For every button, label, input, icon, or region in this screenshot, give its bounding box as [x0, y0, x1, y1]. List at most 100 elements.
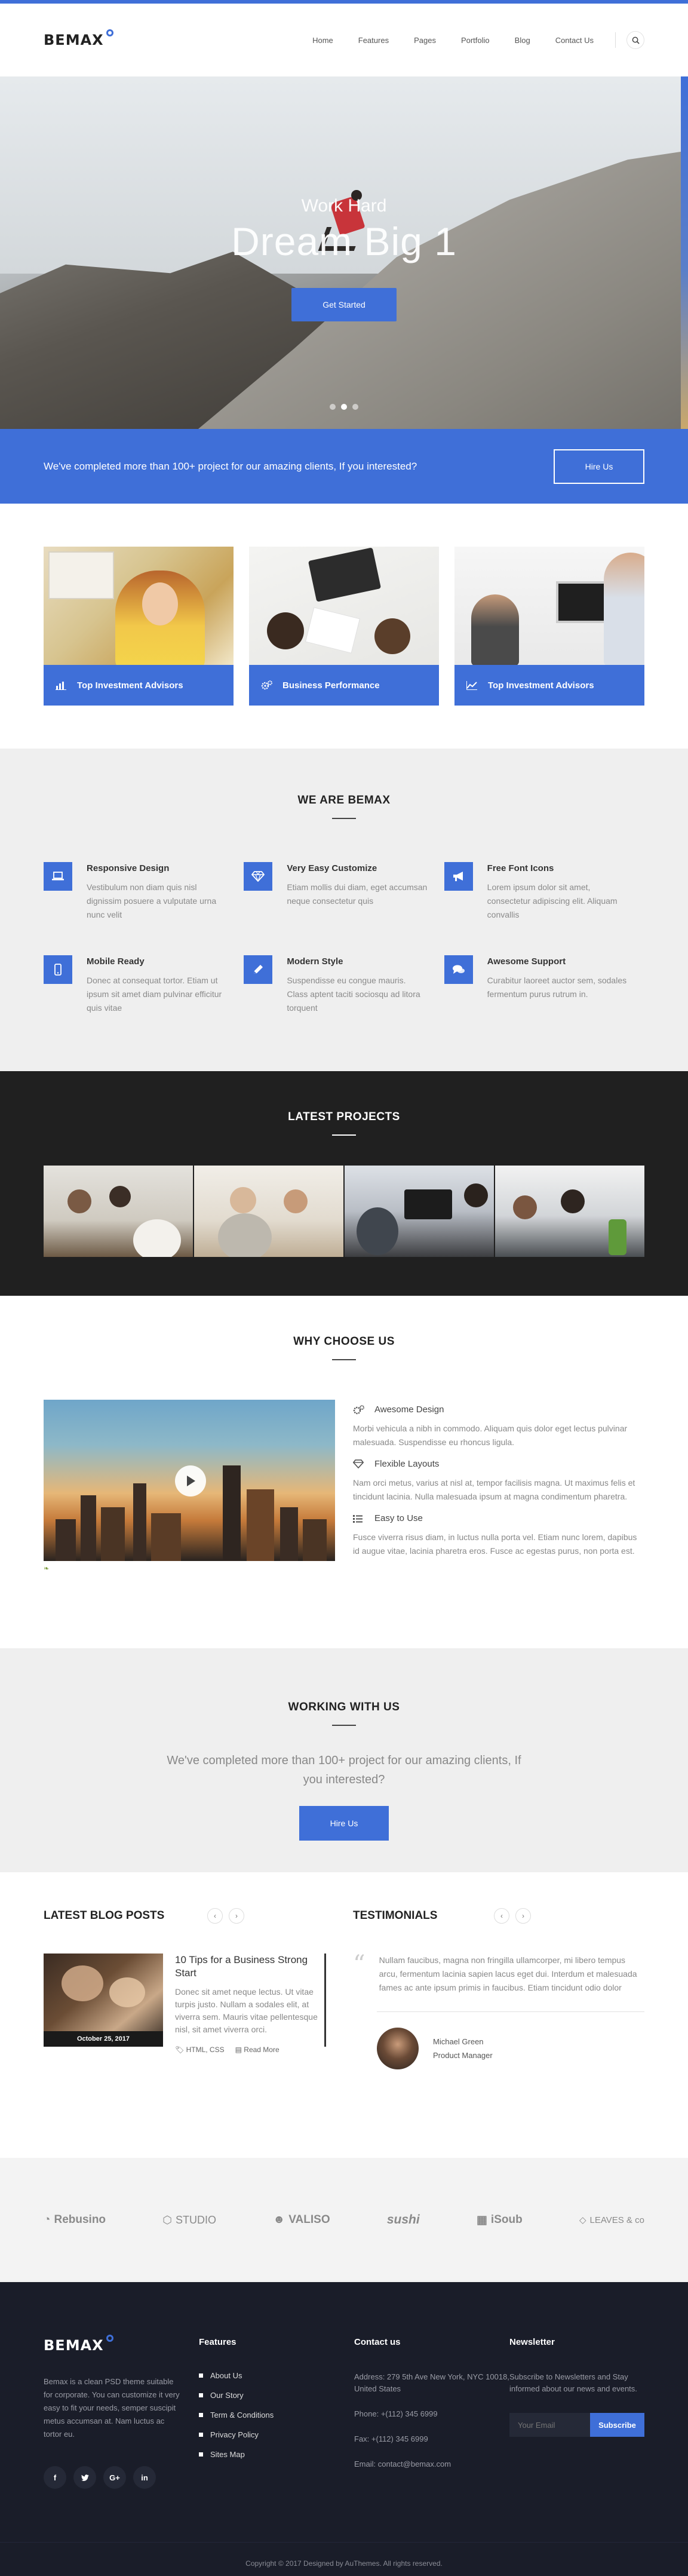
hire-us-button[interactable]: Hire Us: [299, 1806, 389, 1841]
tag-icon: 🏷: [175, 2046, 185, 2054]
bullhorn-icon: [444, 862, 473, 891]
slider-dot-active[interactable]: [341, 404, 347, 410]
cta-band: We've completed more than 100+ project f…: [0, 429, 688, 504]
newsletter-email-input[interactable]: [509, 2413, 590, 2437]
testimonials-title: TESTIMONIALS: [353, 1909, 438, 1922]
project-thumbnail[interactable]: [194, 1166, 345, 1257]
testimonial-carousel-arrows: ‹ ›: [494, 1908, 531, 1924]
why-item-title: Flexible Layouts: [374, 1459, 440, 1469]
footer-link-text: About Us: [210, 2371, 242, 2380]
feature-text: Etiam mollis dui diam, eget accumsan neq…: [287, 882, 428, 906]
section-title: LATEST PROJECTS: [288, 1111, 400, 1123]
slider-dots: [0, 404, 688, 410]
post-image[interactable]: October 25, 2017: [44, 1954, 163, 2047]
pencil-icon: [244, 955, 273, 984]
search-button[interactable]: [626, 31, 644, 49]
next-button[interactable]: ›: [515, 1908, 531, 1924]
nav-item-features[interactable]: Features: [358, 36, 389, 45]
chart-icon: [56, 680, 69, 690]
why-choose-section: WHY CHOOSE US ❧ Awesome Design Morbi veh…: [0, 1296, 688, 1648]
brand-logo[interactable]: ⬡ STUDIO: [162, 2214, 216, 2227]
prev-button[interactable]: ‹: [494, 1908, 509, 1924]
card-image-person: [471, 594, 519, 665]
why-item: Flexible Layouts: [353, 1459, 644, 1469]
bullet-icon: [199, 2433, 203, 2437]
project-thumbnail[interactable]: [44, 1166, 194, 1257]
linkedin-icon[interactable]: in: [133, 2466, 156, 2489]
twitter-icon[interactable]: [73, 2466, 96, 2489]
chevron-right-icon: ›: [522, 1912, 524, 1920]
post-title[interactable]: 10 Tips for a Business Strong Start: [175, 1954, 322, 1980]
post-peek-bar: [324, 1954, 326, 2047]
why-item: Awesome Design: [353, 1404, 644, 1415]
valiso-logo-icon: ☻: [273, 2213, 285, 2226]
section-divider: [332, 1134, 356, 1136]
nav-item-blog[interactable]: Blog: [515, 36, 530, 45]
footer-link-story[interactable]: Our Story: [199, 2391, 354, 2400]
feature-card[interactable]: Business Performance: [249, 547, 439, 706]
prev-button[interactable]: ‹: [207, 1908, 223, 1924]
card-image-person: [374, 618, 410, 654]
footer-email[interactable]: Email: contact@bemax.com: [354, 2458, 509, 2470]
footer-about-text: Bemax is a clean PSD theme suitable for …: [44, 2377, 180, 2439]
footer-link-about[interactable]: About Us: [199, 2371, 354, 2380]
nav-item-contact[interactable]: Contact Us: [555, 36, 594, 45]
brand-logo[interactable]: ▦ iSoub: [477, 2213, 523, 2227]
feature-card[interactable]: Top Investment Advisors: [44, 547, 234, 706]
feature-title: Free Font Icons: [487, 863, 554, 873]
chevron-right-icon: ›: [235, 1912, 238, 1920]
projects-section: LATEST PROJECTS: [0, 1071, 688, 1296]
slider-dot[interactable]: [352, 404, 358, 410]
card-image-person: [267, 612, 304, 649]
brand-logo[interactable]: ☻ VALISO: [273, 2213, 330, 2227]
feature-item: Responsive Design Vestibulum non diam qui…: [44, 862, 244, 922]
read-more-text: Read More: [244, 2046, 280, 2054]
subscribe-button[interactable]: Subscribe: [590, 2413, 644, 2437]
play-button[interactable]: [175, 1465, 206, 1496]
project-thumbnail[interactable]: [345, 1166, 495, 1257]
comments-icon: [444, 955, 473, 984]
get-started-button[interactable]: Get Started: [291, 288, 397, 321]
card-image-board: [48, 551, 114, 599]
footer-link-text: Sites Map: [210, 2450, 245, 2459]
post-tags[interactable]: 🏷 HTML, CSS: [175, 2046, 225, 2054]
bullet-icon: [199, 2373, 203, 2378]
brand-logo[interactable]: sushi: [387, 2213, 420, 2227]
nav-item-portfolio[interactable]: Portfolio: [461, 36, 490, 45]
card-label: Business Performance: [249, 665, 439, 706]
slider-dot[interactable]: [330, 404, 336, 410]
blog-post: October 25, 2017 10 Tips for a Business …: [44, 1954, 335, 2054]
video-player[interactable]: [44, 1400, 335, 1561]
next-button[interactable]: ›: [229, 1908, 244, 1924]
feature-card[interactable]: Top Investment Advisors: [454, 547, 644, 706]
footer-link-terms[interactable]: Term & Conditions: [199, 2411, 354, 2419]
projects-gallery: [44, 1166, 644, 1257]
main-nav: Home Features Pages Portfolio Blog Conta…: [287, 31, 644, 49]
why-item-title: Easy to Use: [374, 1513, 423, 1523]
we-are-section: WE ARE BEMAX Responsive Design Vestibulum…: [0, 749, 688, 1071]
hero-slider: Work Hard Dream Big 1 Get Started: [0, 76, 688, 429]
logo[interactable]: BEMAX: [44, 29, 113, 48]
footer-link-sitemap[interactable]: Sites Map: [199, 2450, 354, 2459]
laptop-icon: [44, 862, 72, 891]
project-thumbnail[interactable]: [495, 1166, 644, 1257]
feature-text: Vestibulum non diam quis nisl dignissim …: [87, 882, 217, 919]
feature-item: Very Easy Customize Etiam mollis dui diam…: [244, 862, 444, 922]
chevron-left-icon: ‹: [500, 1912, 503, 1920]
feature-title: Very Easy Customize: [287, 863, 377, 873]
facebook-icon[interactable]: f: [44, 2466, 66, 2489]
footer-logo[interactable]: BEMAX: [44, 2335, 199, 2354]
feature-item: Free Font Icons Lorem ipsum dolor sit ame…: [444, 862, 644, 922]
copyright: Copyright © 2017 Designed by AuThemes. A…: [0, 2542, 688, 2576]
hire-us-button[interactable]: Hire Us: [554, 449, 644, 484]
site-header: BEMAX Home Features Pages Portfolio Blog…: [0, 4, 688, 76]
testimonial-author: Michael Green Product Manager: [377, 2028, 644, 2069]
footer-link-privacy[interactable]: Privacy Policy: [199, 2430, 354, 2439]
brand-logo[interactable]: ◔ Rebusino: [44, 2213, 106, 2227]
google-plus-icon[interactable]: G+: [103, 2466, 126, 2489]
brand-logo[interactable]: ◇ LEAVES & co: [579, 2215, 644, 2226]
read-more-link[interactable]: ▤ Read More: [235, 2046, 280, 2054]
post-tags-text: HTML, CSS: [186, 2046, 225, 2054]
nav-item-home[interactable]: Home: [312, 36, 333, 45]
nav-item-pages[interactable]: Pages: [414, 36, 436, 45]
